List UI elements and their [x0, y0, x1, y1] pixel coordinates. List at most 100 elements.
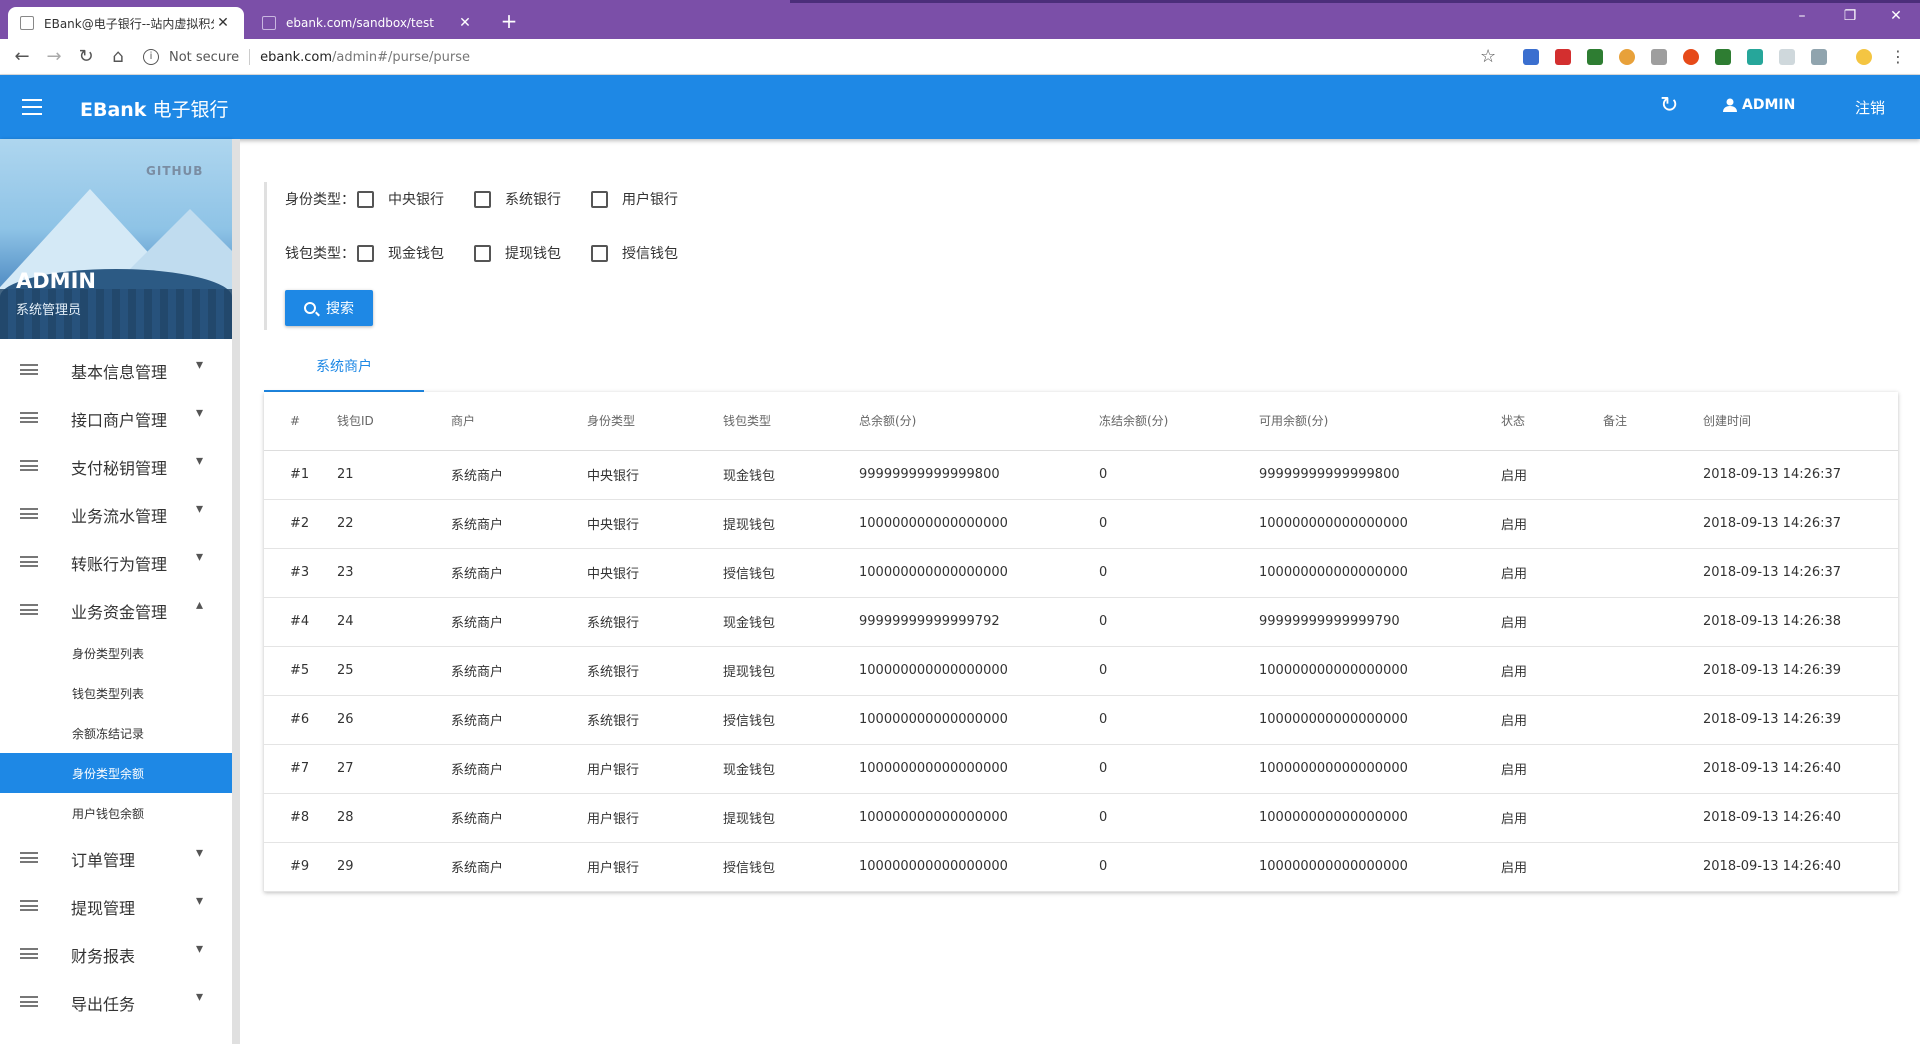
close-tab-icon[interactable]: ✕ — [214, 15, 232, 31]
table-header-row: # 钱包ID 商户 身份类型 钱包类型 总余额(分) 冻结余额(分) 可用余额(分) 状态 备注创… — [264, 392, 1898, 451]
new-tab-icon[interactable]: + — [496, 9, 522, 33]
table-row[interactable]: #4 24 系统商户 系统银行 现金钱包 99999999999999792 0 999999… — [264, 597, 1898, 647]
sidebar-subitem-label: 钱包类型列表 — [72, 687, 145, 701]
user-name: ADMIN — [1742, 97, 1796, 113]
browser-tab-inactive[interactable]: ebank.com/sandbox/test ✕ — [250, 7, 486, 39]
table-cell — [1603, 842, 1703, 892]
sidebar-item-keys[interactable]: 支付秘钥管理 ▾ — [0, 441, 232, 489]
sidebar-item-transfers[interactable]: 转账行为管理 ▾ — [0, 537, 232, 585]
sidebar-item-label: 业务流水管理 — [71, 507, 168, 526]
identity-checkbox-central[interactable]: 中央银行 — [357, 189, 444, 209]
checkbox-icon[interactable] — [357, 244, 374, 262]
extension-icon[interactable] — [1715, 49, 1731, 65]
sidebar-item-flows[interactable]: 业务流水管理 ▾ — [0, 489, 232, 537]
table-cell: 用户银行 — [587, 744, 723, 794]
sidebar-subitem-identity-types[interactable]: 身份类型列表 — [0, 633, 232, 673]
table-cell: 现金钱包 — [723, 597, 859, 647]
extension-icon[interactable] — [1523, 49, 1539, 65]
table-cell: 100000000000000000 — [859, 744, 1099, 794]
close-tab-icon[interactable]: ✕ — [456, 15, 474, 31]
identity-checkbox-user[interactable]: 用户银行 — [591, 189, 678, 209]
table-cell: 系统银行 — [587, 646, 723, 696]
wallet-checkbox-withdraw[interactable]: 提现钱包 — [474, 243, 561, 263]
extension-icon[interactable] — [1779, 49, 1795, 65]
checkbox-icon[interactable] — [474, 190, 491, 208]
table-cell: 0 — [1099, 499, 1259, 549]
sidebar-subitem-frozen-records[interactable]: 余额冻结记录 — [0, 713, 232, 753]
github-link[interactable]: GITHUB — [146, 164, 203, 178]
info-icon[interactable]: i — [143, 49, 159, 65]
home-icon[interactable]: ⌂ — [106, 45, 130, 69]
table-row[interactable]: #6 26 系统商户 系统银行 授信钱包 100000000000000000 0 10000… — [264, 695, 1898, 745]
back-icon[interactable]: ← — [10, 45, 34, 69]
sidebar-item-withdrawals[interactable]: 提现管理 ▾ — [0, 881, 232, 929]
table-cell: 提现钱包 — [723, 793, 859, 843]
close-window-icon[interactable]: ✕ — [1876, 8, 1916, 24]
search-button[interactable]: 搜索 — [285, 290, 373, 326]
wallet-filter-row: 钱包类型： 现金钱包 提现钱包 授信钱包 — [285, 243, 708, 263]
extension-icon[interactable] — [1555, 49, 1571, 65]
table-row[interactable]: #7 27 系统商户 用户银行 现金钱包 100000000000000000 0 10000… — [264, 744, 1898, 794]
identity-checkbox-system[interactable]: 系统银行 — [474, 189, 561, 209]
table-row[interactable]: #3 23 系统商户 中央银行 授信钱包 100000000000000000 0 10000… — [264, 548, 1898, 598]
bookmark-star-icon[interactable]: ☆ — [1480, 46, 1496, 67]
table-row[interactable]: #1 21 系统商户 中央银行 现金钱包 99999999999999800 0 999999… — [264, 450, 1898, 500]
browser-tab-title: ebank.com/sandbox/test — [286, 16, 435, 30]
refresh-icon[interactable]: ↻ — [1660, 93, 1678, 118]
table-cell: 授信钱包 — [723, 548, 859, 598]
restore-icon[interactable]: ❐ — [1830, 8, 1870, 24]
profile-avatar-icon[interactable] — [1856, 49, 1872, 65]
list-icon — [20, 412, 38, 423]
sidebar-subitem-user-wallet-balance[interactable]: 用户钱包余额 — [0, 793, 232, 833]
person-icon — [1723, 98, 1737, 112]
extension-icon[interactable] — [1747, 49, 1763, 65]
sidebar-subitem-wallet-types[interactable]: 钱包类型列表 — [0, 673, 232, 713]
forward-icon[interactable]: → — [42, 45, 66, 69]
table-cell: 100000000000000000 — [859, 793, 1099, 843]
checkbox-icon[interactable] — [591, 190, 608, 208]
table-cell: 启用 — [1501, 695, 1603, 745]
extension-icon[interactable] — [1651, 49, 1667, 65]
reload-icon[interactable]: ↻ — [74, 45, 98, 69]
table-cell: 系统商户 — [451, 548, 587, 598]
sidebar-item-merchants[interactable]: 接口商户管理 ▾ — [0, 393, 232, 441]
logout-button[interactable]: 注销 — [1855, 97, 1885, 118]
extension-icon[interactable] — [1683, 49, 1699, 65]
sidebar-item-basic-info[interactable]: 基本信息管理 ▾ — [0, 345, 232, 393]
table-cell: 授信钱包 — [723, 695, 859, 745]
table-row[interactable]: #2 22 系统商户 中央银行 提现钱包 100000000000000000 0 10000… — [264, 499, 1898, 549]
url-field[interactable]: i Not secure ebank.com/admin#/purse/purs… — [143, 43, 1483, 71]
wallet-checkbox-cash[interactable]: 现金钱包 — [357, 243, 444, 263]
sidebar-item-funds[interactable]: 业务资金管理 ▴ — [0, 585, 232, 633]
extension-icon[interactable] — [1587, 49, 1603, 65]
sidebar-item-reports[interactable]: 财务报表 ▾ — [0, 929, 232, 977]
sidebar-item-orders[interactable]: 订单管理 ▾ — [0, 833, 232, 881]
menu-toggle-icon[interactable] — [22, 99, 42, 115]
list-icon — [20, 364, 38, 375]
tabbar-accent — [790, 0, 1920, 3]
user-menu[interactable]: ADMIN — [1722, 97, 1795, 113]
brand-bold: EBank — [80, 99, 147, 121]
table-cell: 100000000000000000 — [1259, 548, 1501, 598]
wallet-checkbox-credit[interactable]: 授信钱包 — [591, 243, 678, 263]
sidebar-scrollbar[interactable] — [232, 139, 240, 1044]
tab-system-merchant[interactable]: 系统商户 — [264, 346, 424, 392]
checkbox-icon[interactable] — [357, 190, 374, 208]
minimize-icon[interactable]: – — [1782, 8, 1822, 24]
search-button-label: 搜索 — [326, 301, 354, 317]
sidebar-subitem-identity-balance[interactable]: 身份类型余额 — [0, 753, 232, 793]
checkbox-icon[interactable] — [474, 244, 491, 262]
table-cell — [1603, 793, 1703, 843]
table-row[interactable]: #8 28 系统商户 用户银行 提现钱包 100000000000000000 0 10000… — [264, 793, 1898, 843]
table-cell: 100000000000000000 — [1259, 842, 1501, 892]
checkbox-icon[interactable] — [591, 244, 608, 262]
table-row[interactable]: #5 25 系统商户 系统银行 提现钱包 100000000000000000 0 10000… — [264, 646, 1898, 696]
table-cell: 启用 — [1501, 597, 1603, 647]
table-cell: 2018-09-13 14:26:40 — [1703, 744, 1898, 794]
table-row[interactable]: #9 29 系统商户 用户银行 授信钱包 100000000000000000 0 10000… — [264, 842, 1898, 892]
browser-tab-active[interactable]: EBank@电子银行--站内虚拟积分 ✕ — [8, 7, 244, 39]
extension-icon[interactable] — [1811, 49, 1827, 65]
browser-menu-icon[interactable]: ⋮ — [1886, 45, 1910, 69]
extension-icon[interactable] — [1619, 49, 1635, 65]
sidebar-item-exports[interactable]: 导出任务 ▾ — [0, 977, 232, 1025]
